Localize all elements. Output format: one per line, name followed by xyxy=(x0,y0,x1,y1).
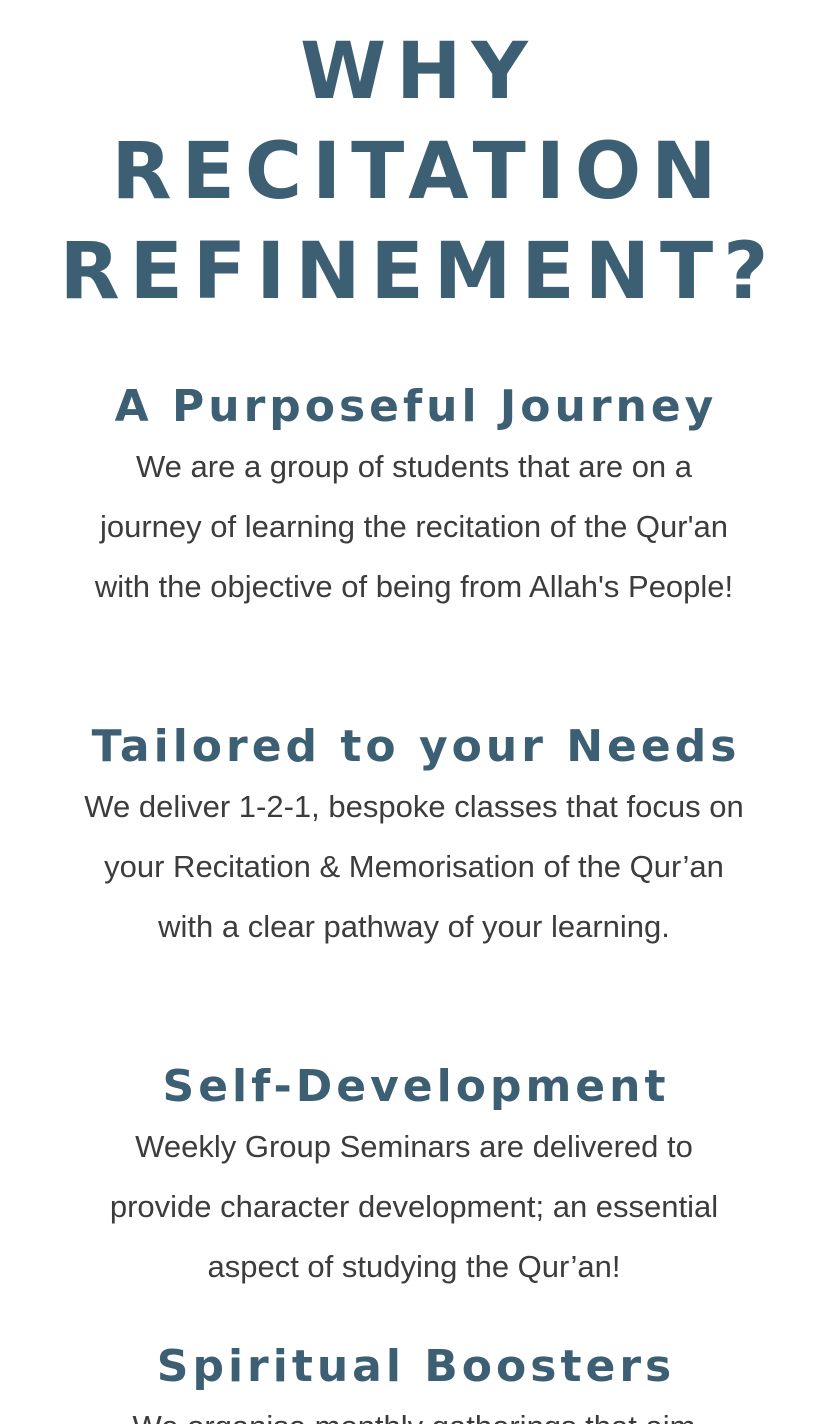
section-body: Weekly Group Seminars are delivered to p… xyxy=(109,1129,719,1284)
section-heading: Self-Development xyxy=(162,1061,670,1112)
page-title: WHY RECITATION REFINEMENT? xyxy=(0,22,828,322)
section-tailored-needs: Tailored to your Needs We deliver 1-2-1,… xyxy=(0,717,828,957)
section-body: We organise monthly gatherings that aim xyxy=(84,1397,744,1424)
page-title-line-1: WHY xyxy=(300,27,538,117)
page-title-line-2: RECITATION xyxy=(111,127,727,217)
section-heading: Spiritual Boosters xyxy=(156,1341,676,1392)
page-title-line-3: REFINEMENT? xyxy=(59,227,779,317)
section-body: We are a group of students that are on a… xyxy=(94,449,734,604)
section-self-development: Self-Development Weekly Group Seminars a… xyxy=(0,1057,828,1297)
section-purposeful-journey: A Purposeful Journey We are a group of s… xyxy=(0,377,828,617)
section-body: We deliver 1-2-1, bespoke classes that f… xyxy=(84,789,744,944)
page: WHY RECITATION REFINEMENT? A Purposeful … xyxy=(0,0,828,1424)
section-heading: Tailored to your Needs xyxy=(91,721,741,772)
section-spiritual-boosters: Spiritual Boosters We organise monthly g… xyxy=(0,1337,828,1424)
section-heading: A Purposeful Journey xyxy=(114,381,718,432)
